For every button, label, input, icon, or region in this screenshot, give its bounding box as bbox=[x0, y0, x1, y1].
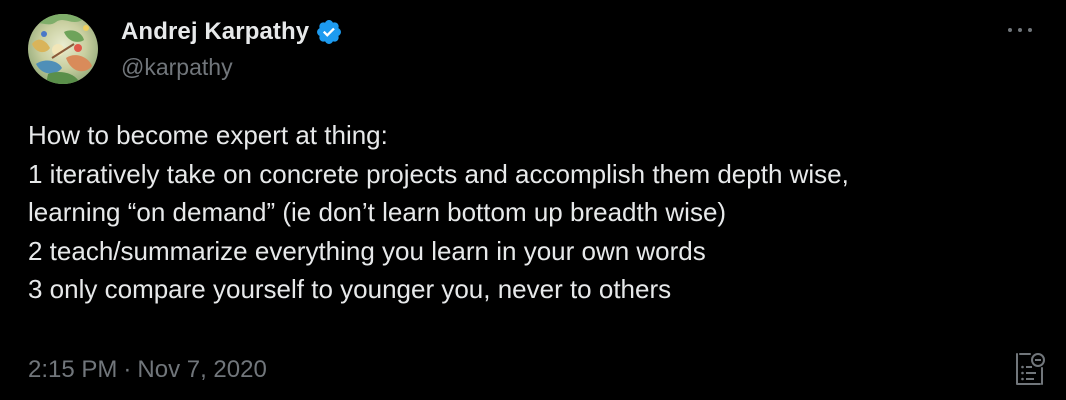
meta-separator: · bbox=[123, 356, 132, 383]
tweet-date: Nov 7, 2020 bbox=[137, 356, 267, 383]
tweet-line: 1 iteratively take on concrete projects … bbox=[28, 158, 849, 189]
tweet-text: How to become expert at thing: 1 iterati… bbox=[28, 116, 1038, 309]
author-name-row: Andrej Karpathy bbox=[121, 16, 343, 48]
author-handle[interactable]: @karpathy bbox=[121, 54, 343, 81]
avatar-painting-icon bbox=[28, 14, 98, 84]
more-icon[interactable] bbox=[1008, 26, 1032, 34]
tweet-time: 2:15 PM bbox=[28, 356, 118, 383]
verified-badge-icon[interactable] bbox=[315, 18, 343, 46]
avatar[interactable] bbox=[28, 14, 98, 84]
author-info: Andrej Karpathy @karpathy bbox=[121, 16, 343, 81]
more-dot bbox=[1028, 28, 1032, 32]
tweet-line: learning “on demand” (ie don’t learn bot… bbox=[28, 197, 727, 227]
more-dot bbox=[1018, 28, 1022, 32]
tweet-timestamp[interactable]: 2:15 PM · Nov 7, 2020 bbox=[28, 356, 267, 384]
tweet-line: 2 teach/summarize everything you learn i… bbox=[28, 235, 706, 266]
more-dot bbox=[1008, 28, 1012, 32]
tweet-line: How to become expert at thing: bbox=[28, 120, 388, 150]
grok-explain-icon[interactable] bbox=[1014, 352, 1046, 386]
tweet-card: Andrej Karpathy @karpathy How to become … bbox=[0, 0, 1066, 400]
display-name[interactable]: Andrej Karpathy bbox=[121, 18, 309, 46]
tweet-line: 3 only compare yourself to younger you, … bbox=[28, 274, 672, 304]
